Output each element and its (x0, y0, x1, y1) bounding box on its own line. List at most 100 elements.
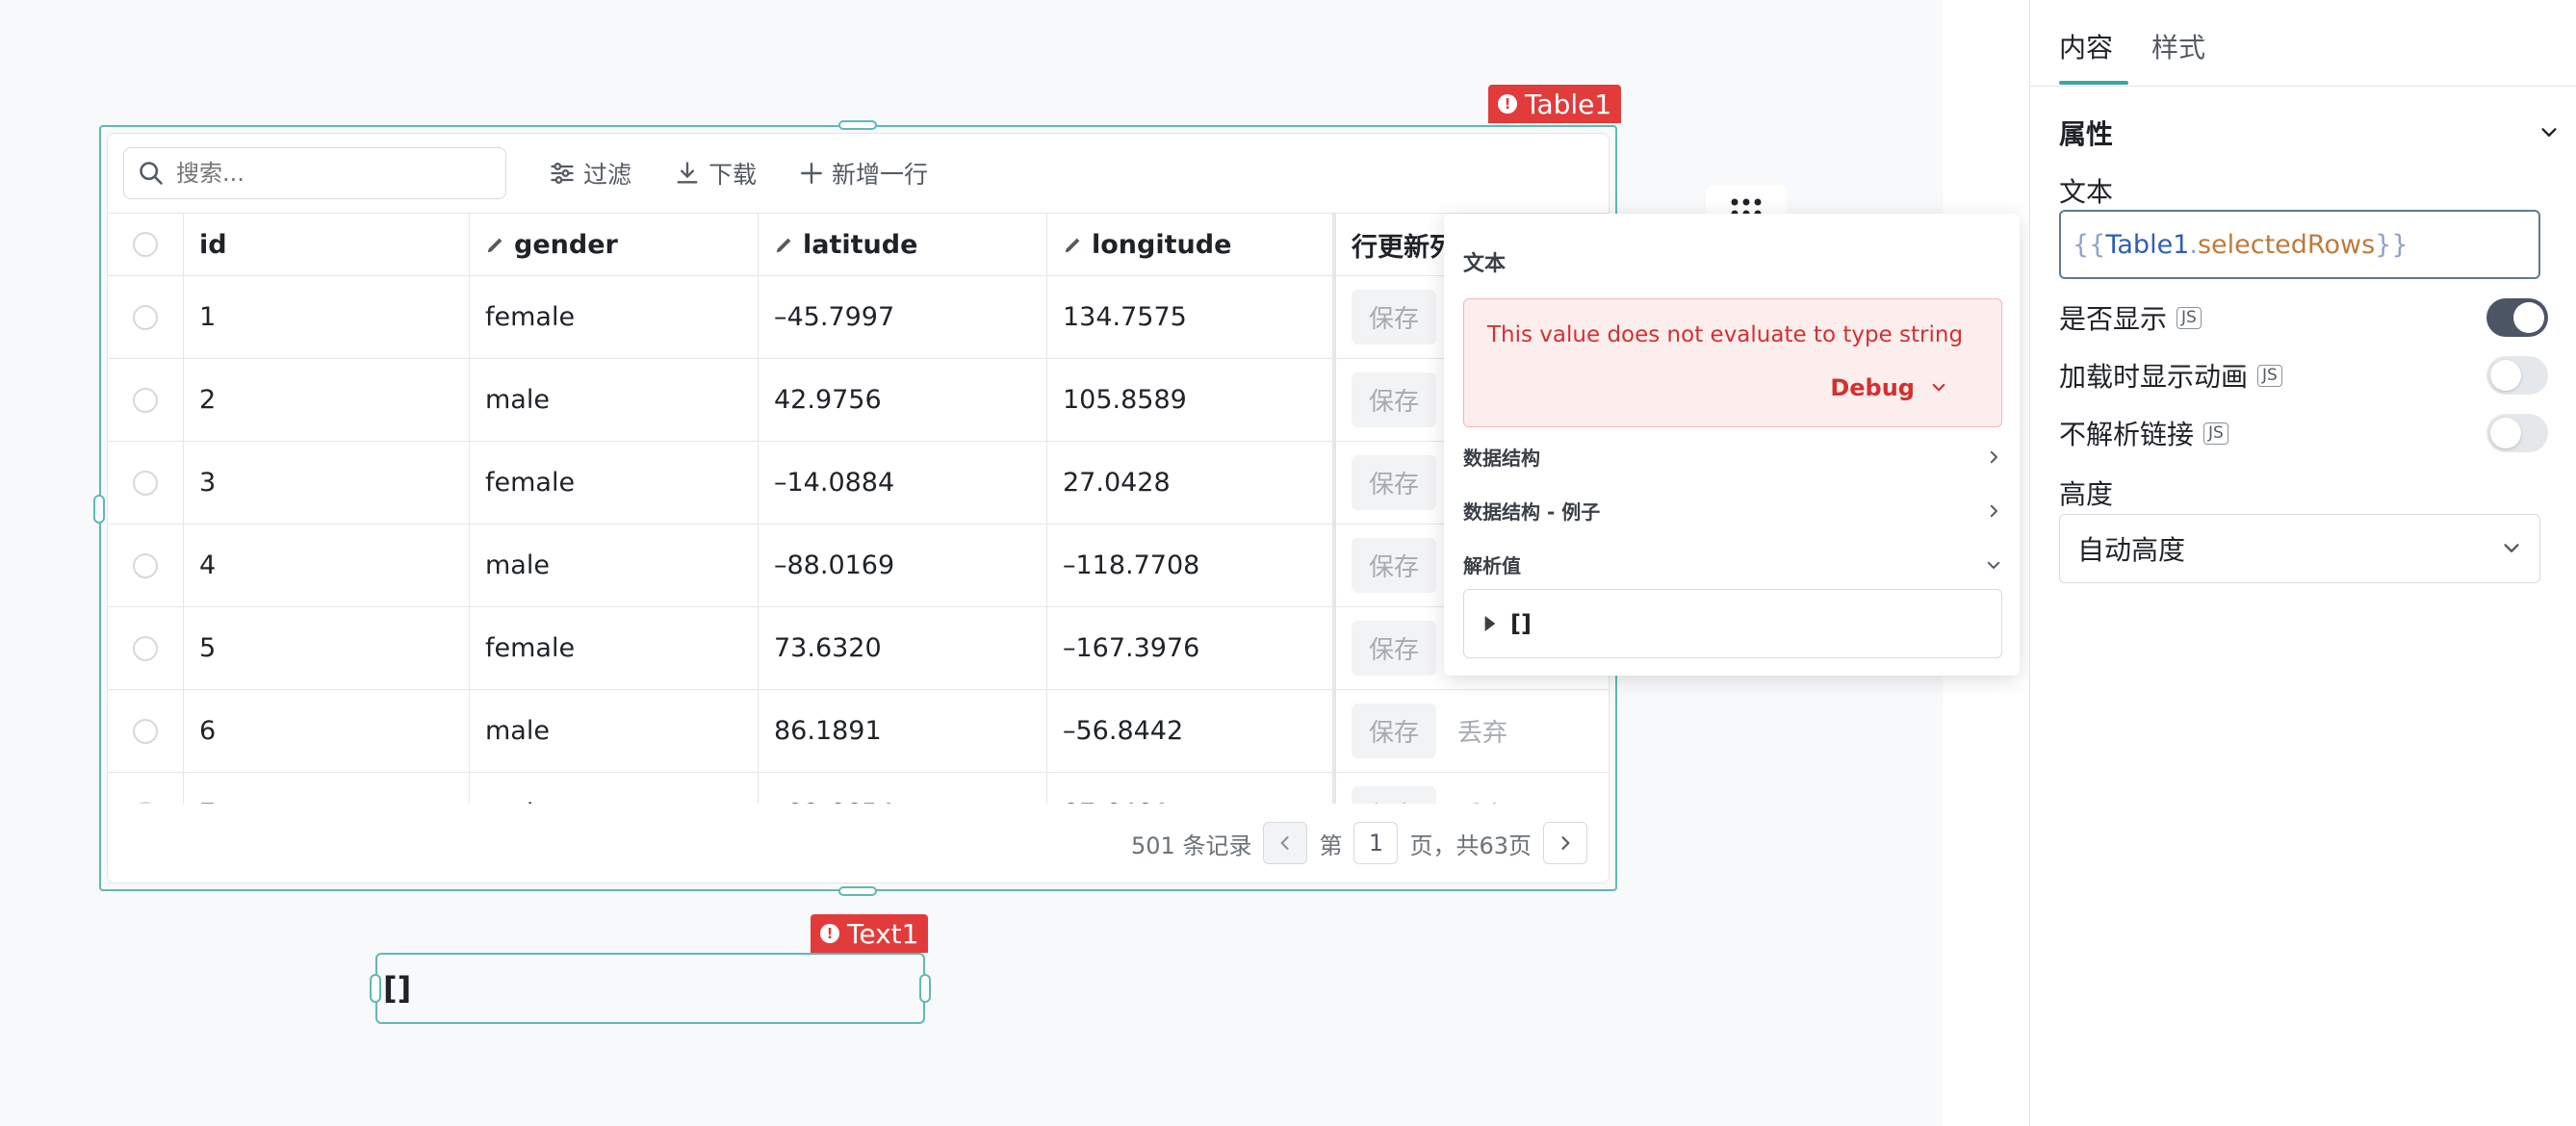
resize-handle-left[interactable] (93, 495, 105, 524)
cell-latitude[interactable]: –14.0884 (759, 442, 1047, 524)
toggle-knob (2490, 418, 2521, 448)
row-checkbox[interactable] (133, 635, 158, 661)
cell-gender[interactable]: male (470, 525, 759, 606)
save-row-button[interactable]: 保存 (1352, 538, 1437, 593)
cell-id[interactable]: 3 (184, 442, 470, 524)
cell-longitude[interactable]: –167.3976 (1047, 607, 1336, 689)
save-row-button[interactable]: 保存 (1352, 290, 1437, 345)
js-toggle-loading[interactable]: JS (2257, 364, 2282, 387)
cell-id[interactable]: 4 (184, 525, 470, 606)
js-toggle-links[interactable]: JS (2203, 422, 2228, 445)
save-row-button[interactable]: 保存 (1352, 455, 1437, 510)
table-row[interactable]: 4 male –88.0169 –118.7708 保存丢弃 (108, 525, 1609, 607)
table1-badge[interactable]: ! Table1 (1488, 85, 1622, 123)
select-all-cell[interactable] (108, 214, 184, 275)
js-toggle-visible[interactable]: JS (2177, 306, 2202, 329)
chevron-down-icon (2541, 128, 2557, 137)
column-header-gender[interactable]: gender (470, 214, 759, 275)
tab-content[interactable]: 内容 (2059, 27, 2113, 65)
cell-latitude[interactable]: –88.0169 (759, 525, 1047, 606)
table-row[interactable]: 6 male 86.1891 –56.8442 保存 丢弃 (108, 690, 1609, 773)
row-checkbox[interactable] (133, 718, 158, 744)
table-row[interactable]: 1 female –45.7997 134.7575 保存丢弃 (108, 276, 1609, 359)
row-checkbox[interactable] (133, 387, 158, 413)
table1-badge-label: Table1 (1525, 88, 1612, 120)
binding-dot: . (2189, 229, 2198, 260)
table1-widget[interactable]: 过滤 下载 新增一行 id gender latitude (93, 120, 1617, 896)
cell-longitude[interactable]: 134.7575 (1047, 276, 1336, 358)
evaluated-value-box[interactable]: [] (1463, 589, 2002, 658)
plus-icon (801, 163, 822, 184)
cell-longitude[interactable]: 27.0428 (1047, 442, 1336, 524)
cell-longitude[interactable]: –118.7708 (1047, 525, 1336, 606)
visible-toggle[interactable] (2486, 298, 2548, 337)
cell-longitude[interactable]: 105.8589 (1047, 359, 1336, 441)
search-icon (140, 162, 163, 185)
no-parse-links-toggle[interactable] (2486, 414, 2548, 452)
resize-handle-bottom[interactable] (838, 886, 877, 896)
filter-label: 过滤 (583, 161, 632, 189)
cell-id[interactable]: 6 (184, 690, 470, 772)
save-row-button[interactable]: 保存 (1352, 704, 1437, 758)
data-example-row[interactable]: 数据结构 - 例子 (1463, 497, 2002, 525)
resize-handle-right[interactable] (919, 974, 931, 1003)
filter-button[interactable]: 过滤 (549, 156, 631, 191)
no-parse-links-label: 不解析链接 (2059, 419, 2195, 450)
current-page-input[interactable]: 1 (1353, 822, 1399, 864)
caret-right-icon[interactable] (1483, 616, 1497, 631)
cell-gender[interactable]: female (470, 607, 759, 689)
cell-latitude[interactable]: 73.6320 (759, 607, 1047, 689)
next-page-button[interactable] (1543, 822, 1587, 864)
properties-section-header[interactable]: 属性 (2059, 114, 2560, 152)
height-select[interactable]: 自动高度 (2059, 514, 2540, 583)
chevron-left-icon (1281, 836, 1290, 850)
debug-toggle[interactable]: Debug (1830, 374, 1947, 401)
save-row-button[interactable]: 保存 (1352, 372, 1437, 427)
table-row[interactable]: 5 female 73.6320 –167.3976 保存丢弃 (108, 607, 1609, 690)
prev-page-button[interactable] (1263, 822, 1308, 864)
column-header-latitude[interactable]: latitude (759, 214, 1047, 275)
data-structure-row[interactable]: 数据结构 (1463, 443, 2002, 471)
cell-gender[interactable]: male (470, 359, 759, 441)
cell-gender[interactable]: male (470, 690, 759, 772)
text1-widget[interactable]: [] (370, 953, 931, 1024)
table-row[interactable]: 2 male 42.9756 105.8589 保存丢弃 (108, 359, 1609, 442)
select-all-checkbox[interactable] (133, 232, 158, 257)
table-row[interactable]: 3 female –14.0884 27.0428 保存丢弃 (108, 442, 1609, 525)
cell-gender[interactable]: female (470, 442, 759, 524)
height-label: 高度 (2059, 478, 2114, 510)
cell-latitude[interactable]: 86.1891 (759, 690, 1047, 772)
discard-row-button[interactable]: 丢弃 (1457, 713, 1507, 749)
resize-handle-left[interactable] (370, 974, 381, 1003)
cell-id[interactable]: 2 (184, 359, 470, 441)
add-row-label: 新增一行 (832, 161, 929, 189)
tab-style[interactable]: 样式 (2151, 27, 2205, 65)
save-row-button[interactable]: 保存 (1352, 621, 1437, 676)
cell-gender[interactable]: female (470, 276, 759, 358)
row-checkbox[interactable] (133, 470, 158, 496)
no-parse-links-property: 不解析链接 JS (2059, 414, 2228, 452)
column-header-id[interactable]: id (184, 214, 470, 275)
text1-badge[interactable]: ! Text1 (811, 914, 929, 953)
binding-identifier: Table1 (2105, 229, 2190, 260)
search-input[interactable] (176, 160, 484, 187)
chevron-right-icon (1561, 836, 1570, 850)
loading-animation-toggle[interactable] (2486, 356, 2548, 395)
cell-latitude[interactable]: –45.7997 (759, 276, 1047, 358)
text-binding-editor[interactable]: {{Table1. selectedRows}} (2059, 210, 2540, 279)
cell-latitude[interactable]: 42.9756 (759, 359, 1047, 441)
cell-longitude[interactable]: –56.8442 (1047, 690, 1336, 772)
text1-badge-label: Text1 (847, 917, 919, 950)
table-search[interactable] (123, 147, 506, 199)
filter-icon (551, 163, 574, 184)
evaluated-value-row[interactable]: 解析值 (1463, 550, 2002, 578)
row-checkbox[interactable] (133, 304, 158, 330)
cell-id[interactable]: 5 (184, 607, 470, 689)
download-button[interactable]: 下载 (674, 156, 757, 191)
column-header-longitude[interactable]: longitude (1047, 214, 1336, 275)
resize-handle-top[interactable] (838, 120, 877, 130)
row-checkbox[interactable] (133, 552, 158, 578)
add-row-button[interactable]: 新增一行 (799, 156, 928, 191)
warning-icon: ! (1498, 94, 1517, 114)
cell-id[interactable]: 1 (184, 276, 470, 358)
